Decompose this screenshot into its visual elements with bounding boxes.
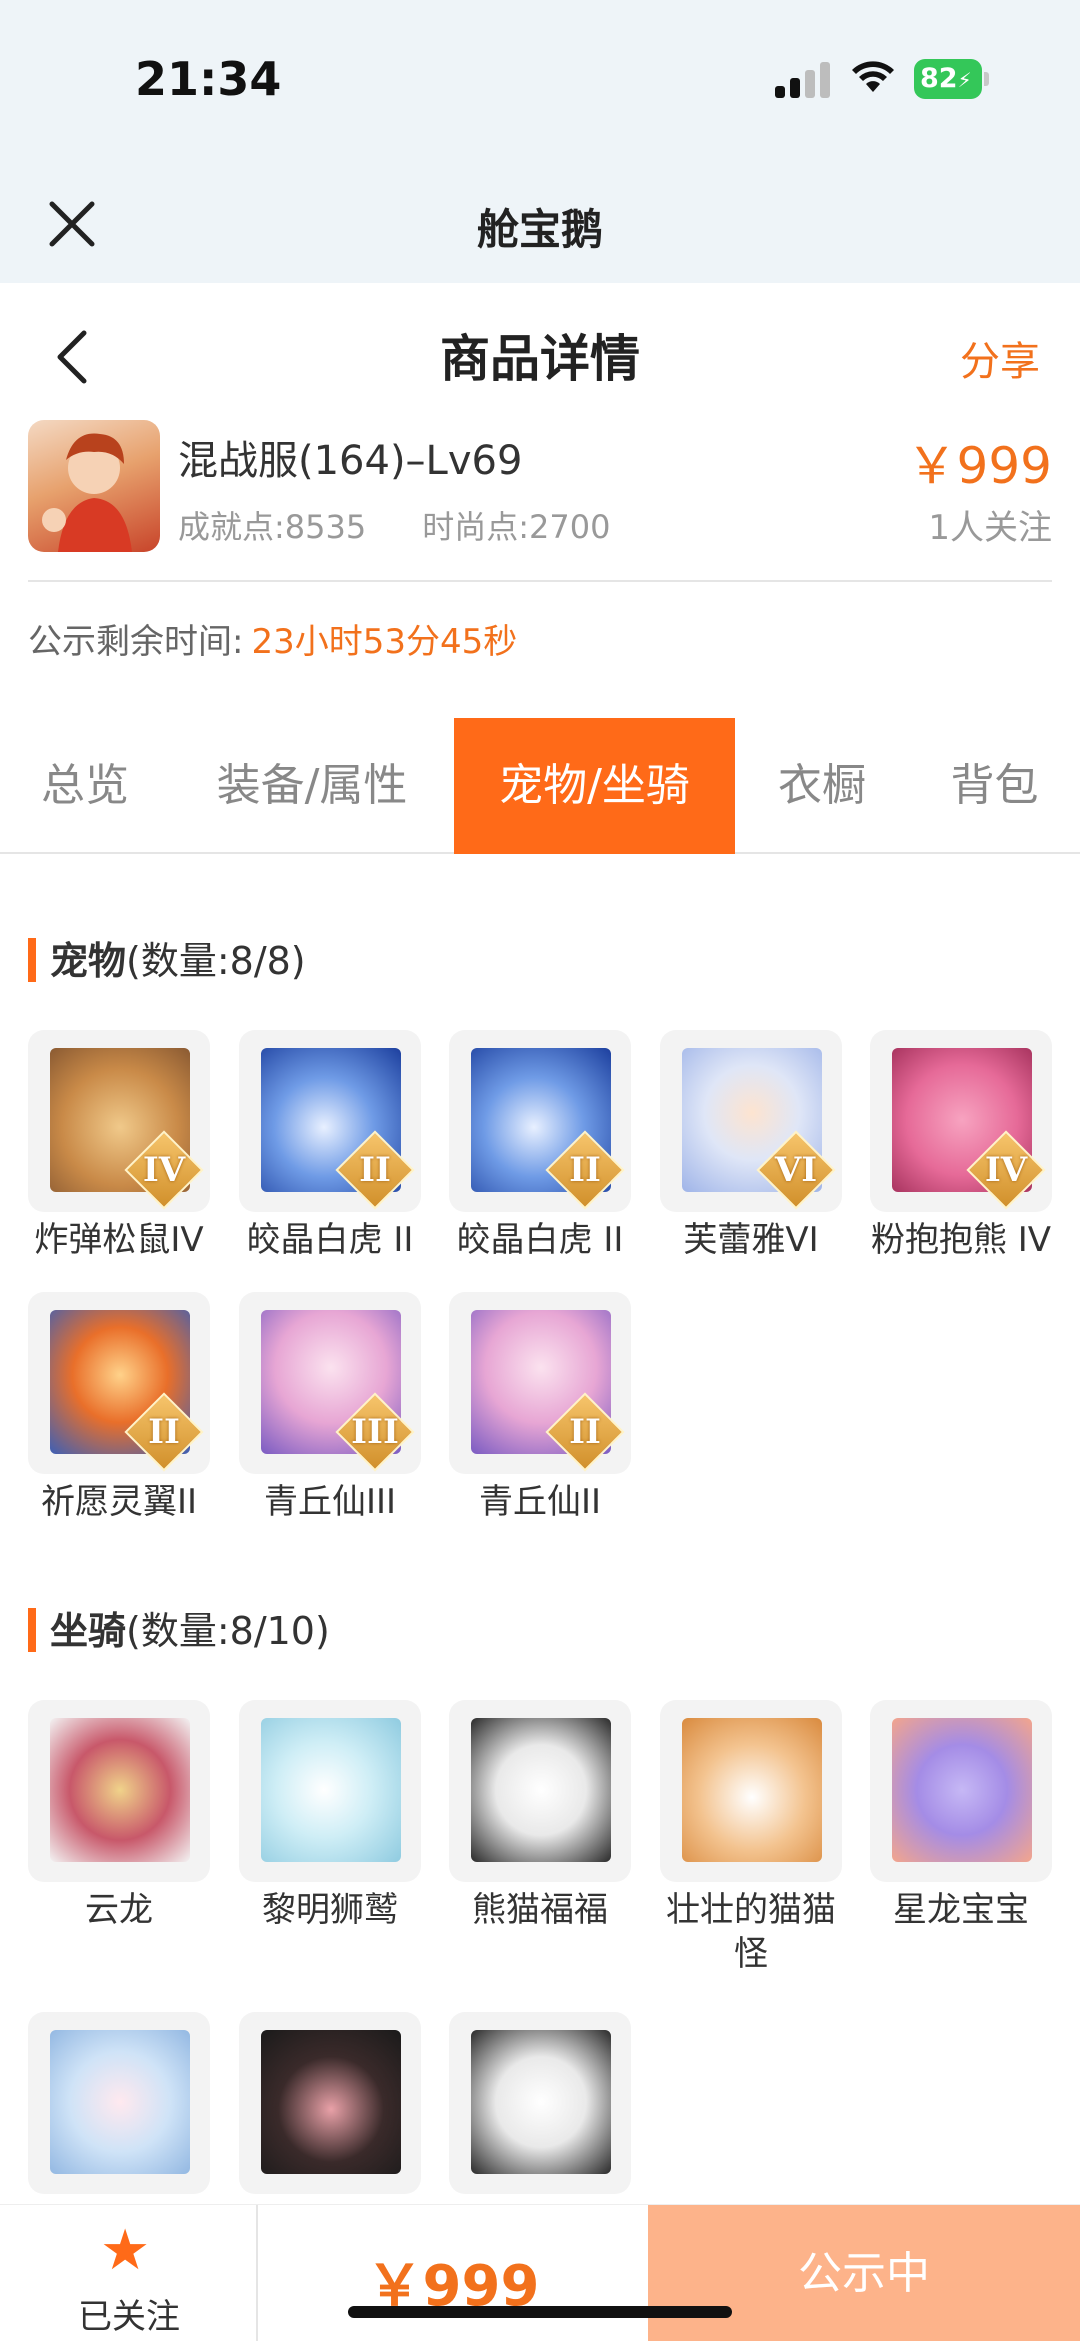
page-title: 商品详情 [440,330,640,388]
tier-badge: II [569,1412,601,1452]
pets-count: (数量:8/8) [126,939,306,983]
cellular-signal-icon [775,62,831,98]
pet-item[interactable]: II 皎晶白虎 II [239,1030,421,1262]
mounts-section-title: 坐骑(数量:8/10) [28,1600,330,1656]
mount-item[interactable]: 黎明狮鹫 [239,1700,421,1932]
tab-wardrobe[interactable]: 衣橱 [735,718,909,854]
product-name: 混战服(164)–Lv69 [178,438,523,484]
mount-name: 黎明狮鹫 [262,1890,398,1930]
mount-name: 壮壮的猫猫怪 [666,1890,836,1974]
achievement-points: 成就点:8535 [178,508,367,546]
mounts-count: (数量:8/10) [126,1609,330,1653]
pet-name: 粉抱抱熊 IV [870,1220,1052,1260]
battery-level: 82 [920,63,958,94]
pet-name: 皎晶白虎 II [456,1220,624,1260]
tier-badge: II [569,1150,601,1190]
mount-item[interactable] [28,2012,210,2200]
tier-badge: IV [984,1150,1028,1190]
mount-item[interactable] [239,2012,421,2200]
mount-name: 熊猫福福 [472,1890,608,1930]
follow-button[interactable]: ★ 已关注 [0,2205,258,2341]
page-header: 商品详情 分享 [0,283,1080,413]
countdown-value: 23小时53分45秒 [251,622,518,662]
pets-section-title: 宠物(数量:8/8) [28,930,306,986]
countdown-label: 公示剩余时间: [28,622,244,662]
mounts-title: 坐骑 [50,1609,127,1653]
mount-name: 星龙宝宝 [893,1890,1029,1930]
pet-name: 皎晶白虎 II [246,1220,414,1260]
publicity-status-button[interactable]: 公示中 [648,2205,1080,2341]
tab-overview[interactable]: 总览 [0,718,170,854]
pet-item[interactable]: III 青丘仙III [239,1292,421,1524]
product-price: ￥999 [906,437,1052,495]
publicity-countdown: 公示剩余时间: 23小时53分45秒 [28,614,517,663]
follow-label: 已关注 [78,2297,180,2337]
battery-icon: 82⚡ [914,59,990,99]
mount-name: 云龙 [85,1890,153,1930]
top-area: 21:34 82⚡ 舱宝鹅 [0,0,1080,283]
star-icon: ★ [100,2218,151,2283]
mount-item[interactable]: 壮壮的猫猫怪 [660,1700,842,1976]
mount-item[interactable]: 云龙 [28,1700,210,1932]
home-indicator [348,2306,732,2318]
pet-name: 青丘仙II [478,1482,602,1522]
pet-name: 炸弹松鼠IV [34,1220,204,1260]
pets-title: 宠物 [50,939,127,983]
mount-item[interactable] [449,2012,631,2200]
follow-count: 1人关注 [928,508,1052,548]
mount-item[interactable]: 星龙宝宝 [870,1700,1052,1932]
pet-item[interactable]: II 皎晶白虎 II [449,1030,631,1262]
pet-item[interactable]: II 祈愿灵翼II [28,1292,210,1524]
wifi-icon [852,61,894,92]
product-meta: 成就点:8535 时尚点:2700 [178,502,610,548]
pet-item[interactable]: IV 炸弹松鼠IV [28,1030,210,1262]
tier-badge: III [351,1412,399,1452]
pet-name: 祈愿灵翼II [40,1482,198,1522]
app-title: 舱宝鹅 [476,205,603,254]
pet-item[interactable]: IV 粉抱抱熊 IV [870,1030,1052,1262]
mount-item[interactable]: 熊猫福福 [449,1700,631,1932]
pet-item[interactable]: II 青丘仙II [449,1292,631,1524]
character-avatar [28,420,160,552]
tab-bag[interactable]: 背包 [909,718,1080,854]
product-summary[interactable]: 混战服(164)–Lv69 成就点:8535 时尚点:2700 ￥999 1人关注 [28,420,1052,582]
pet-name: 青丘仙III [263,1482,397,1522]
fashion-points: 时尚点:2700 [422,508,611,546]
tab-pets-mounts[interactable]: 宠物/坐骑 [454,718,735,854]
share-button[interactable]: 分享 [960,329,1040,387]
tab-equipment[interactable]: 装备/属性 [170,718,454,854]
pet-name: 芙蕾雅VI [683,1220,819,1260]
status-time: 21:34 [135,52,282,106]
tier-badge: VI [774,1150,818,1190]
pet-item[interactable]: VI 芙蕾雅VI [660,1030,842,1262]
tier-badge: IV [142,1150,186,1190]
tier-badge: II [148,1412,180,1452]
detail-tabs: 总览 装备/属性 宠物/坐骑 衣橱 背包 [0,718,1080,854]
tier-badge: II [359,1150,391,1190]
bottom-action-bar: ★ 已关注 ￥999 公示中 [0,2204,1080,2341]
